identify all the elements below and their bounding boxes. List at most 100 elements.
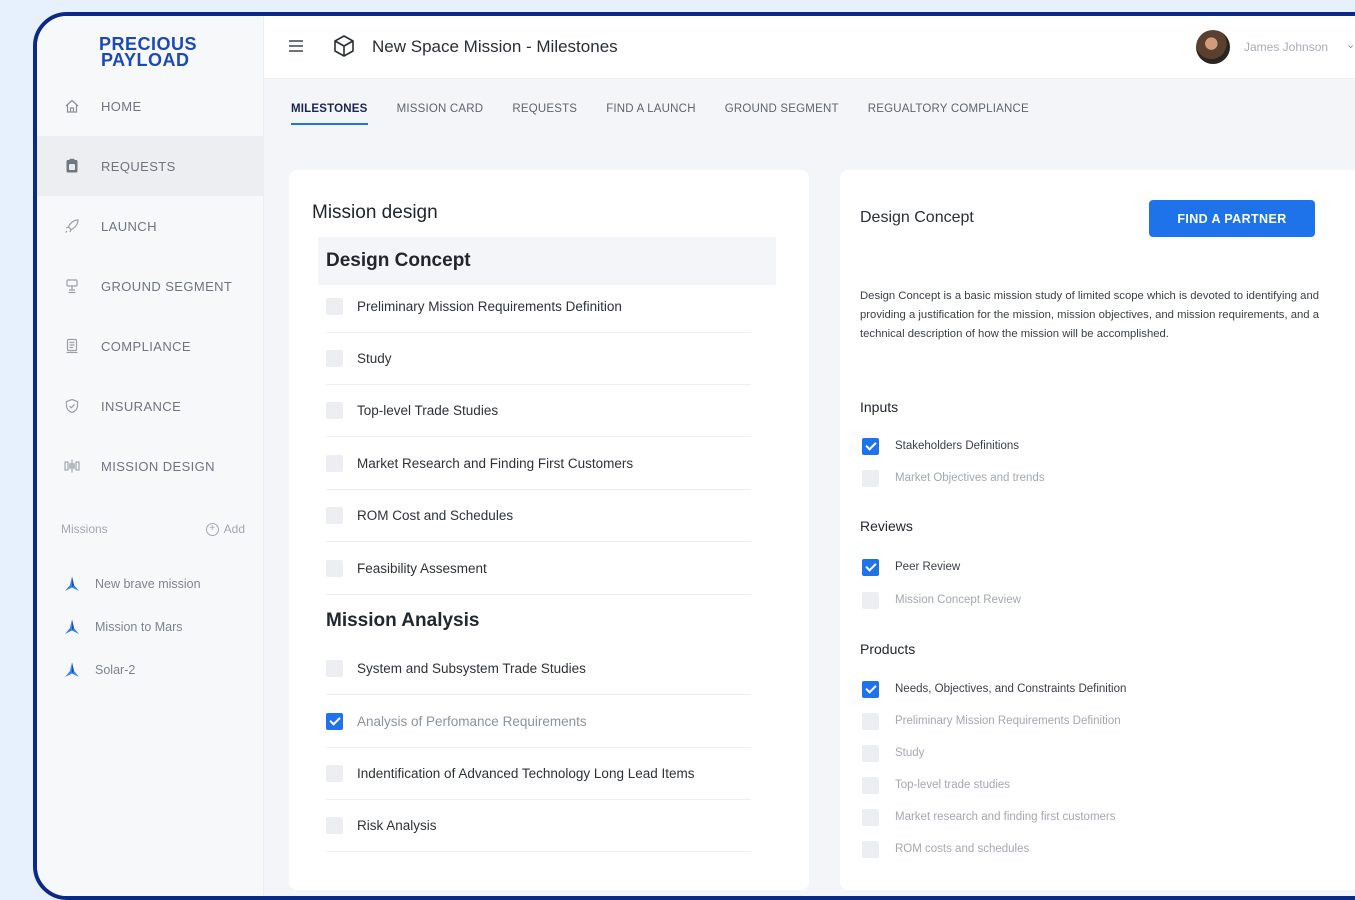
detail-card: Design Concept FIND A PARTNER Design Con…	[840, 170, 1355, 890]
item-label: Market Objectives and trends	[895, 472, 1045, 484]
task-checkbox[interactable]	[326, 349, 343, 367]
task-row[interactable]: Risk Analysis	[326, 799, 751, 852]
mission-item-label: Mission to Mars	[95, 619, 183, 634]
home-icon	[63, 97, 81, 115]
item-checkbox-checked[interactable]	[862, 558, 879, 576]
task-row[interactable]: Feasibility Assesment	[326, 542, 751, 595]
tab-find-a-launch[interactable]: FIND A LAUNCH	[606, 79, 696, 139]
item-checkbox[interactable]	[862, 840, 879, 858]
detail-checklist-item[interactable]: ROM costs and schedules	[862, 839, 1029, 859]
detail-checklist-item[interactable]: Top-level trade studies	[862, 775, 1010, 795]
task-label: Feasibility Assesment	[357, 560, 487, 576]
mission-item-new-brave-mission[interactable]: New brave mission	[63, 562, 201, 605]
task-label: System and Subsystem Trade Studies	[357, 660, 586, 676]
detail-checklist-item[interactable]: Market Objectives and trends	[862, 468, 1045, 488]
task-row[interactable]: Indentification of Advanced Technology L…	[326, 747, 751, 800]
sidebar-item-label: INSURANCE	[101, 398, 182, 414]
task-label: Risk Analysis	[357, 817, 437, 833]
tab-milestones[interactable]: MILESTONES	[291, 79, 368, 139]
sidebar-item-label: COMPLIANCE	[101, 338, 191, 354]
device-frame: PRECIOUS PAYLOAD HOME REQUESTS LAUNCH GR…	[33, 12, 1355, 900]
task-checkbox[interactable]	[326, 764, 343, 782]
products-heading: Products	[860, 641, 916, 657]
item-label: Needs, Objectives, and Constraints Defin…	[895, 683, 1127, 695]
plus-circle-icon: +	[205, 522, 219, 536]
task-row[interactable]: Study	[326, 332, 751, 385]
item-label: Stakeholders Definitions	[895, 440, 1020, 452]
item-checkbox[interactable]	[862, 776, 879, 794]
tab-ground-segment[interactable]: GROUND SEGMENT	[725, 79, 839, 139]
task-row[interactable]: Top-level Trade Studies	[326, 384, 751, 437]
item-checkbox[interactable]	[862, 744, 879, 762]
detail-checklist-item[interactable]: Market research and finding first custom…	[862, 807, 1116, 827]
add-mission-label: Add	[223, 522, 245, 536]
sidebar-item-home[interactable]: HOME	[37, 76, 263, 136]
task-checkbox[interactable]	[326, 816, 343, 834]
add-mission-button[interactable]: + Add	[205, 522, 245, 536]
item-checkbox[interactable]	[862, 808, 879, 826]
task-checkbox[interactable]	[326, 297, 343, 315]
mission-item-solar-2[interactable]: Solar-2	[63, 648, 201, 691]
task-row[interactable]: Market Research and Finding First Custom…	[326, 437, 751, 490]
task-checkbox[interactable]	[326, 559, 343, 577]
detail-checklist-item[interactable]: Stakeholders Definitions	[862, 436, 1019, 456]
missions-label: Missions	[61, 522, 108, 536]
avatar[interactable]	[1196, 30, 1230, 64]
antenna-icon	[63, 277, 81, 295]
task-checkbox[interactable]	[326, 454, 343, 472]
detail-description: Design Concept is a basic mission study …	[860, 290, 1320, 340]
task-row[interactable]: Analysis of Perfomance Requirements	[326, 695, 751, 748]
task-checkbox-checked[interactable]	[326, 712, 343, 730]
item-checkbox-checked[interactable]	[862, 437, 879, 455]
logo[interactable]: PRECIOUS PAYLOAD	[99, 35, 209, 70]
item-checkbox-checked[interactable]	[862, 680, 879, 698]
menu-icon[interactable]	[289, 40, 303, 52]
task-label: Top-level Trade Studies	[357, 402, 499, 418]
detail-checklist-item[interactable]: Mission Concept Review	[862, 590, 1021, 610]
user-name[interactable]: James Johnson	[1244, 40, 1328, 54]
tab-regulatory-compliance[interactable]: REGUALTORY COMPLIANCE	[868, 79, 1029, 139]
task-label: Study	[357, 350, 392, 366]
detail-checklist-item[interactable]: Preliminary Mission Requirements Definit…	[862, 711, 1121, 731]
app-screen: PRECIOUS PAYLOAD HOME REQUESTS LAUNCH GR…	[37, 16, 1355, 896]
main-content: MILESTONES MISSION CARD REQUESTS FIND A …	[264, 79, 1355, 896]
task-row[interactable]: System and Subsystem Trade Studies	[326, 642, 751, 695]
tab-requests[interactable]: REQUESTS	[512, 79, 577, 139]
item-label: Study	[895, 747, 925, 759]
item-label: Mission Concept Review	[895, 594, 1021, 606]
item-label: Preliminary Mission Requirements Definit…	[895, 715, 1121, 727]
mission-rocket-icon	[63, 575, 81, 593]
detail-checklist-item[interactable]: Needs, Objectives, and Constraints Defin…	[862, 679, 1126, 699]
sidebar-item-requests[interactable]: REQUESTS	[37, 136, 263, 196]
document-icon	[63, 337, 81, 355]
task-checkbox[interactable]	[326, 506, 343, 524]
sidebar-item-label: GROUND SEGMENT	[101, 278, 233, 294]
task-row[interactable]: ROM Cost and Schedules	[326, 489, 751, 542]
logo-line-2: PAYLOAD	[101, 50, 190, 70]
task-checkbox[interactable]	[326, 401, 343, 419]
item-label: ROM costs and schedules	[895, 843, 1030, 855]
item-checkbox[interactable]	[862, 469, 879, 487]
sidebar-item-label: LAUNCH	[101, 218, 157, 234]
task-checkbox[interactable]	[326, 659, 343, 677]
detail-checklist-item[interactable]: Peer Review	[862, 557, 960, 577]
sidebar-item-mission-design[interactable]: MISSION DESIGN	[37, 436, 263, 496]
mission-list: New brave mission Mission to Mars Solar-…	[63, 562, 201, 691]
mission-item-mission-to-mars[interactable]: Mission to Mars	[63, 605, 201, 648]
chevron-down-icon[interactable]: ⌄	[1346, 38, 1355, 51]
detail-checklist-item[interactable]: Study	[862, 743, 924, 763]
top-bar: New Space Mission - Milestones James Joh…	[264, 16, 1355, 79]
item-label: Market research and finding first custom…	[895, 811, 1116, 823]
sidebar-item-ground-segment[interactable]: GROUND SEGMENT	[37, 256, 263, 316]
mission-design-title: Mission design	[312, 202, 438, 223]
mission-rocket-icon	[63, 661, 81, 679]
tab-mission-card[interactable]: MISSION CARD	[397, 79, 484, 139]
sidebar-item-insurance[interactable]: INSURANCE	[37, 376, 263, 436]
task-row[interactable]: Preliminary Mission Requirements Definit…	[326, 280, 751, 333]
find-a-partner-button[interactable]: FIND A PARTNER	[1149, 200, 1315, 237]
item-checkbox[interactable]	[862, 712, 879, 730]
tab-bar: MILESTONES MISSION CARD REQUESTS FIND A …	[291, 79, 1058, 139]
sidebar-item-launch[interactable]: LAUNCH	[37, 196, 263, 256]
item-checkbox[interactable]	[862, 591, 879, 609]
sidebar-item-compliance[interactable]: COMPLIANCE	[37, 316, 263, 376]
